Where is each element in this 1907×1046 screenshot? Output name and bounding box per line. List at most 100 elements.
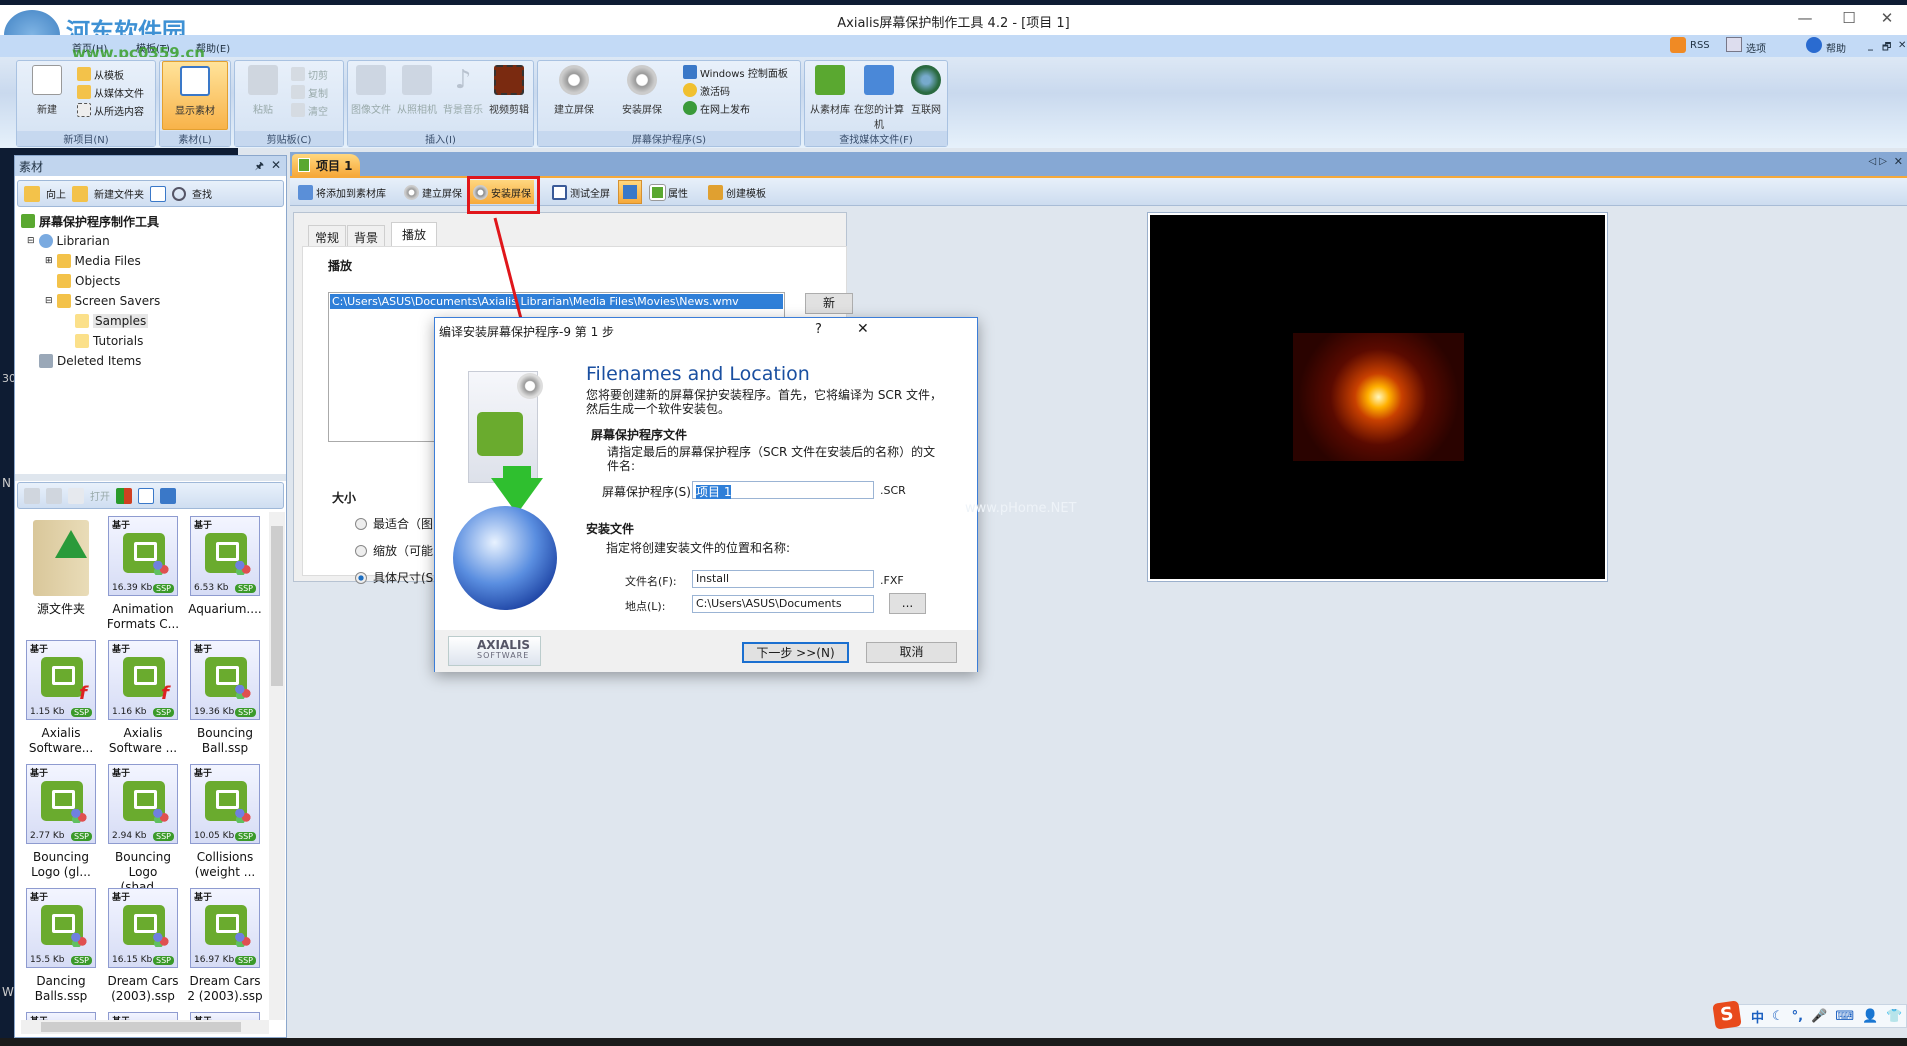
add-to-library-button[interactable]: 将添加到素材库 — [298, 183, 386, 201]
collapse-icon[interactable]: ⊟ — [27, 236, 35, 246]
thumbnail-item[interactable]: 基于 f 1.15 Kb SSP Axialis Software... — [23, 640, 99, 764]
new-folder-button[interactable]: 新建文件夹 — [94, 186, 144, 201]
from-template-button[interactable]: 从模板 — [77, 65, 144, 83]
cut-button[interactable]: 切剪 — [291, 65, 328, 83]
tab-scroll-arrows-icon[interactable]: ◁ ▷ — [1868, 156, 1887, 167]
collapse-icon[interactable]: ⊟ — [45, 296, 53, 306]
next-button[interactable]: 下一步 >>(N) — [742, 642, 849, 663]
location-input[interactable]: C:\Users\ASUS\Documents — [692, 595, 874, 613]
horizontal-scrollbar[interactable] — [21, 1020, 269, 1034]
create-template-button[interactable]: 创建模板 — [708, 183, 766, 201]
view-icon[interactable] — [150, 185, 166, 202]
tab-playback[interactable]: 播放 — [391, 222, 438, 247]
tree-item-objects[interactable]: Objects — [57, 272, 281, 290]
thumbnail-item[interactable]: 基于 2.94 Kb SSP Bouncing Logo (shad... — [105, 764, 181, 894]
thumbnail-item[interactable]: 基于 15.5 Kb SSP Dancing Balls.ssp — [23, 888, 99, 1012]
thumbnail-item[interactable]: 基于 6.53 Kb SSP Aquarium.... — [187, 516, 263, 640]
thumbnail-item[interactable]: 源文件夹 — [23, 516, 99, 640]
size-radio-best-fit[interactable]: 最适合（图 — [355, 515, 433, 532]
thumbnail-item[interactable]: 基于 16.39 Kb SSP Animation Formats C... — [105, 516, 181, 640]
ime-keyboard-icon[interactable]: ⌨ — [1835, 1009, 1854, 1024]
from-library-button[interactable]: 从素材库 — [807, 61, 853, 116]
thumbnail-item[interactable]: 基于 16.15 Kb SSP Dream Cars (2003).ssp — [105, 888, 181, 1012]
copy-button[interactable]: 复制 — [291, 83, 328, 101]
clear-button[interactable]: 清空 — [291, 101, 328, 119]
new-button[interactable]: 新建 — [21, 61, 73, 116]
test-fullscreen-button[interactable]: 测试全屏 — [552, 183, 610, 201]
splitter[interactable] — [15, 474, 286, 481]
browse-button[interactable]: ... — [889, 593, 926, 614]
windows-control-panel-button[interactable]: Windows 控制面板 — [683, 63, 788, 81]
expand-icon[interactable]: ⊞ — [45, 256, 53, 266]
build-screensaver-tb-button[interactable]: 建立屏保 — [404, 183, 462, 201]
sogou-ime-logo[interactable]: S — [1712, 1000, 1742, 1030]
display-icon[interactable] — [160, 487, 176, 504]
open-button[interactable]: 打开 — [90, 488, 110, 503]
dialog-help-button[interactable]: ? — [815, 322, 822, 337]
thumbnail-item[interactable]: 基于 16.97 Kb SSP Dream Cars 2 (2003).ssp — [187, 888, 263, 1012]
file-name-input[interactable]: Install — [692, 570, 874, 588]
tab-project-1[interactable]: 项目 1 — [292, 154, 360, 176]
thumbnail-item[interactable]: 基于 2.77 Kb SSP Bouncing Logo (gl... — [23, 764, 99, 888]
scr-name-input[interactable]: 项目 1 — [692, 481, 874, 499]
ime-punctuation-icon[interactable]: °, — [1792, 1009, 1803, 1024]
ime-halfwidth-icon[interactable]: ☾ — [1772, 1009, 1784, 1024]
new-playlist-item-button[interactable]: 新 — [805, 293, 853, 314]
show-material-button[interactable]: 显示素材 — [162, 61, 228, 130]
preview-toggle-button[interactable] — [618, 180, 642, 204]
tab-background[interactable]: 背景 — [347, 225, 386, 246]
rss-menu[interactable]: RSS — [1690, 40, 1710, 51]
options-menu[interactable]: 选项 — [1746, 40, 1766, 55]
pin-icon[interactable]: 🖈 — [255, 159, 264, 176]
tree-item-tutorials[interactable]: Tutorials — [75, 332, 281, 350]
mdi-minimize-button[interactable]: _ — [1868, 40, 1873, 51]
find-button[interactable]: 查找 — [192, 186, 212, 201]
minimize-button[interactable]: — — [1783, 9, 1827, 33]
video-clip-button[interactable]: 视频剪辑 — [486, 61, 532, 116]
background-music-button[interactable]: ♪ 背景音乐 — [440, 61, 486, 116]
dialog-close-button[interactable]: ✕ — [857, 321, 869, 337]
ime-microphone-icon[interactable]: 🎤 — [1811, 1009, 1827, 1024]
thumbnail-item[interactable]: 基于 19.36 Kb SSP Bouncing Ball.ssp — [187, 640, 263, 764]
tab-general[interactable]: 常规 — [308, 225, 347, 246]
import-icon[interactable] — [46, 487, 62, 504]
tab-close-icon[interactable]: ✕ — [1894, 155, 1903, 168]
paste-button[interactable]: 粘贴 — [237, 61, 289, 116]
help-menu[interactable]: 帮助 — [1826, 40, 1846, 55]
scrollbar-thumb[interactable] — [271, 526, 283, 686]
properties-button[interactable]: 属性 — [649, 183, 688, 201]
mdi-close-button[interactable]: ✕ — [1898, 40, 1906, 51]
build-screensaver-button[interactable]: 建立屏保 — [544, 61, 604, 116]
on-computer-button[interactable]: 在您的计算机 — [853, 61, 905, 131]
tree-item-deleted[interactable]: Deleted Items — [39, 352, 281, 370]
new-item-icon[interactable] — [24, 487, 40, 504]
view-list-icon[interactable] — [138, 487, 154, 504]
up-button[interactable]: 向上 — [46, 186, 66, 201]
vertical-scrollbar[interactable] — [269, 512, 285, 1020]
tree-item-media-files[interactable]: ⊞ Media Files — [45, 252, 281, 270]
scrollbar-thumb[interactable] — [41, 1022, 241, 1032]
tree-item-samples[interactable]: Samples — [75, 312, 281, 330]
close-button[interactable]: ✕ — [1865, 9, 1907, 33]
from-media-button[interactable]: 从媒体文件 — [77, 83, 144, 101]
tree-item-root[interactable]: 屏幕保护程序制作工具 — [21, 212, 281, 230]
size-radio-specific[interactable]: 具体尺寸(S): — [355, 569, 442, 586]
install-screensaver-button[interactable]: 安装屏保 — [612, 61, 672, 116]
from-selection-button[interactable]: 从所选内容 — [77, 101, 144, 119]
ime-skin-icon[interactable]: 👕 — [1886, 1009, 1902, 1024]
thumbnail-item[interactable]: 基于 10.05 Kb SSP Collisions (weight ... — [187, 764, 263, 888]
cancel-button[interactable]: 取消 — [866, 642, 957, 663]
mdi-restore-button[interactable]: 🗗 — [1882, 40, 1891, 57]
size-radio-scale[interactable]: 缩放（可能 — [355, 542, 433, 559]
publish-online-button[interactable]: 在网上发布 — [683, 99, 788, 117]
ime-user-icon[interactable]: 👤 — [1862, 1009, 1878, 1024]
activation-code-button[interactable]: 激活码 — [683, 81, 788, 99]
panel-close-button[interactable]: ✕ — [271, 158, 281, 172]
tree-item-librarian[interactable]: ⊟ Librarian — [27, 232, 281, 250]
from-camera-button[interactable]: 从照相机 — [394, 61, 440, 116]
thumbnail-item[interactable]: 基于 f 1.16 Kb SSP Axialis Software ... — [105, 640, 181, 764]
sort-icon[interactable] — [116, 487, 132, 504]
internet-button[interactable]: 互联网 — [905, 61, 947, 116]
ime-chinese-toggle[interactable]: 中 — [1751, 1007, 1764, 1026]
image-file-button[interactable]: 图像文件 — [348, 61, 394, 116]
